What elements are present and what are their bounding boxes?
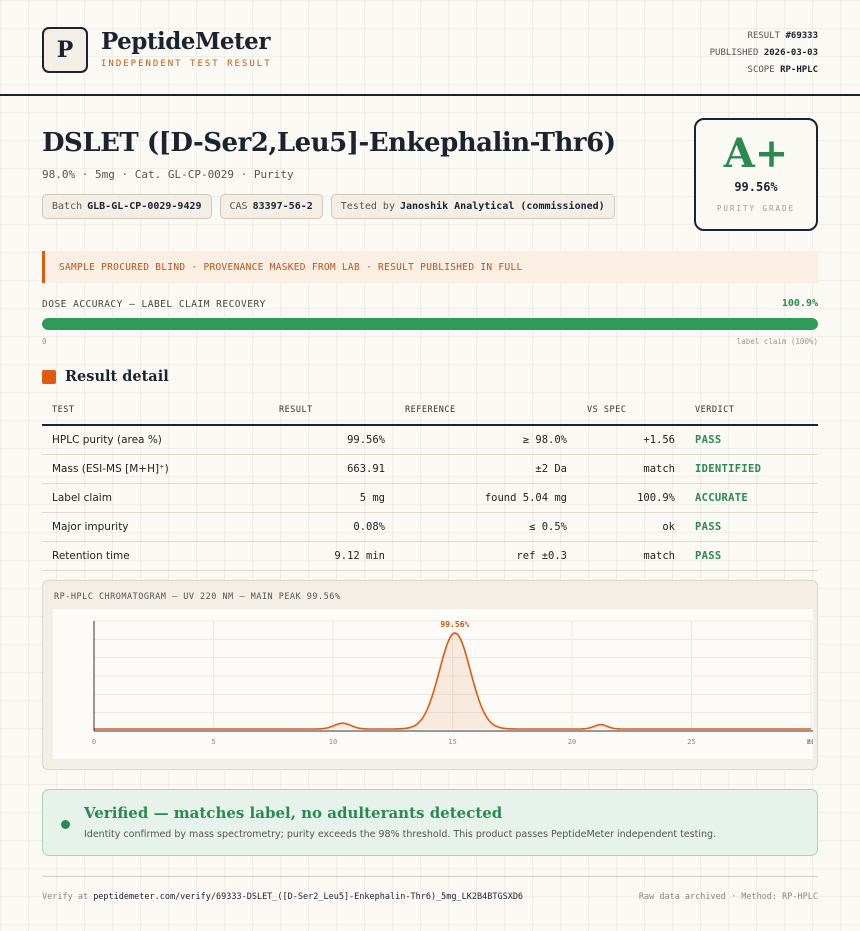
cell-reference: found 5.04 mg — [395, 483, 577, 513]
scope-row: SCOPE RP-HPLC — [710, 62, 818, 79]
dose-accuracy-label: DOSE ACCURACY — LABEL CLAIM RECOVERY — [42, 299, 266, 310]
cell-vs-spec: match — [577, 454, 685, 484]
published-value: 2026-03-03 — [763, 48, 818, 58]
section-marker — [42, 370, 56, 384]
col-result: RESULT — [269, 396, 395, 426]
x-tick-label: 5 — [211, 738, 215, 746]
results-table: TEST RESULT REFERENCE VS SPEC VERDICT HP… — [42, 396, 818, 571]
batch-label: Batch — [52, 201, 83, 212]
verified-panel: Verified — matches label, no adulterants… — [42, 789, 818, 856]
published-label: PUBLISHED — [709, 48, 759, 58]
x-tick-label: 25 — [687, 738, 695, 746]
cas-label: CAS — [229, 201, 248, 212]
chromatogram-panel: RP-HPLC CHROMATOGRAM — UV 220 NM — MAIN … — [42, 580, 818, 770]
result-meta: RESULT #69333 PUBLISHED 2026-03-03 SCOPE… — [710, 28, 818, 79]
cas-value: 83397-56-2 — [252, 201, 313, 212]
cas-chip: CAS 83397-56-2 — [219, 194, 323, 219]
cell-test: Label claim — [42, 483, 269, 513]
table-row: Retention time 9.12 min ref ±0.3 match P… — [42, 541, 818, 571]
chromatogram-title: RP-HPLC CHROMATOGRAM — UV 220 NM — MAIN … — [54, 592, 341, 602]
product-title: DSLET ([D-Ser2,Leu5]-Enkephalin-Thr6) — [42, 128, 616, 158]
footer-method: Raw data archived · Method: RP-HPLC — [638, 892, 818, 902]
x-tick-label: 15 — [448, 738, 456, 746]
x-unit-label: min — [807, 738, 813, 746]
cell-vs-spec: +1.56 — [577, 425, 685, 455]
cell-result: 99.56% — [269, 425, 395, 455]
table-header-row: TEST RESULT REFERENCE VS SPEC VERDICT — [42, 396, 818, 426]
dose-accuracy-fill — [42, 318, 818, 330]
col-vs-spec: VS SPEC — [577, 396, 685, 426]
verified-dot-icon — [61, 820, 70, 829]
scope-value: RP-HPLC — [780, 65, 818, 75]
cell-reference: ≥ 98.0% — [395, 425, 577, 455]
cell-test: Retention time — [42, 541, 269, 571]
dose-min-label: 0 — [42, 337, 47, 346]
verify-line: Verify at peptidemeter.com/verify/69333-… — [42, 892, 523, 902]
section-title: Result detail — [65, 368, 169, 385]
grade-letter: A+ — [723, 130, 789, 177]
scope-label: SCOPE — [747, 65, 775, 75]
cell-verdict: ACCURATE — [685, 483, 818, 513]
cell-test: HPLC purity (area %) — [42, 425, 269, 455]
table-row: Major impurity 0.08% ≤ 0.5% ok PASS — [42, 512, 818, 542]
cell-vs-spec: match — [577, 541, 685, 571]
cell-vs-spec: ok — [577, 512, 685, 542]
result-id-label: RESULT — [747, 31, 781, 41]
verify-link[interactable]: peptidemeter.com/verify/69333-DSLET_([D-… — [93, 892, 523, 902]
cell-verdict: PASS — [685, 541, 818, 571]
cell-result: 0.08% — [269, 512, 395, 542]
main-peak-label: 99.56% — [440, 620, 469, 629]
chart-background — [53, 609, 813, 759]
col-reference: REFERENCE — [395, 396, 577, 426]
cell-verdict: IDENTIFIED — [685, 454, 818, 484]
table-row: Mass (ESI-MS [M+H]⁺) 663.91 ±2 Da match … — [42, 454, 818, 484]
cell-test: Mass (ESI-MS [M+H]⁺) — [42, 454, 269, 484]
table-row: Label claim 5 mg found 5.04 mg 100.9% AC… — [42, 483, 818, 513]
tested-by-value: Janoshik Analytical (commissioned) — [399, 201, 605, 212]
chromatogram-chart: 051015202530min 99.56% — [53, 609, 813, 759]
dose-claim-label: label claim (100%) — [736, 337, 818, 346]
tested-by-label: Tested by — [340, 201, 395, 212]
brand-name: PeptideMeter — [101, 28, 270, 55]
result-id-row: RESULT #69333 — [710, 28, 818, 45]
brand-subtitle: INDEPENDENT TEST RESULT — [101, 59, 272, 69]
verified-title: Verified — matches label, no adulterants… — [84, 804, 503, 822]
cell-vs-spec: 100.9% — [577, 483, 685, 513]
provenance-banner: SAMPLE PROCURED BLIND · PROVENANCE MASKE… — [42, 251, 818, 283]
cell-reference: ±2 Da — [395, 454, 577, 484]
footer-divider — [42, 876, 818, 877]
cell-result: 5 mg — [269, 483, 395, 513]
logo-letter: P — [56, 37, 74, 63]
tested-by-chip: Tested by Janoshik Analytical (commission… — [330, 194, 615, 219]
cell-test: Major impurity — [42, 512, 269, 542]
batch-chip: Batch GLB-GL-CP-0029-9429 — [42, 194, 212, 219]
product-subtitle: 98.0% · 5mg · Cat. GL-CP-0029 · Purity — [42, 168, 294, 181]
x-tick-label: 10 — [329, 738, 337, 746]
x-tick-label: 0 — [92, 738, 96, 746]
verified-text: Identity confirmed by mass spectrometry;… — [84, 829, 717, 840]
cell-reference: ref ±0.3 — [395, 541, 577, 571]
result-id-value: #69333 — [785, 31, 818, 41]
logo: P — [42, 27, 88, 73]
grade-value: 99.56% — [734, 180, 778, 194]
cell-result: 663.91 — [269, 454, 395, 484]
cell-result: 9.12 min — [269, 541, 395, 571]
cell-reference: ≤ 0.5% — [395, 512, 577, 542]
banner-text: SAMPLE PROCURED BLIND · PROVENANCE MASKE… — [59, 261, 523, 273]
dose-accuracy-bar — [42, 318, 818, 330]
dose-accuracy-value: 100.9% — [781, 298, 818, 309]
col-verdict: VERDICT — [685, 396, 818, 426]
table-row: HPLC purity (area %) 99.56% ≥ 98.0% +1.5… — [42, 425, 818, 455]
grade-label: PURITY GRADE — [716, 204, 796, 213]
batch-value: GLB-GL-CP-0029-9429 — [87, 201, 202, 212]
verify-label: Verify at — [42, 892, 89, 902]
product-chips: Batch GLB-GL-CP-0029-9429 CAS 83397-56-2 T… — [42, 194, 615, 219]
published-row: PUBLISHED 2026-03-03 — [710, 45, 818, 62]
cell-verdict: PASS — [685, 425, 818, 455]
col-test: TEST — [42, 396, 269, 426]
x-tick-label: 20 — [568, 738, 576, 746]
page-header: P PeptideMeter INDEPENDENT TEST RESULT R… — [0, 0, 860, 96]
cell-verdict: PASS — [685, 512, 818, 542]
purity-grade-card: A+ 99.56% PURITY GRADE — [694, 118, 818, 231]
